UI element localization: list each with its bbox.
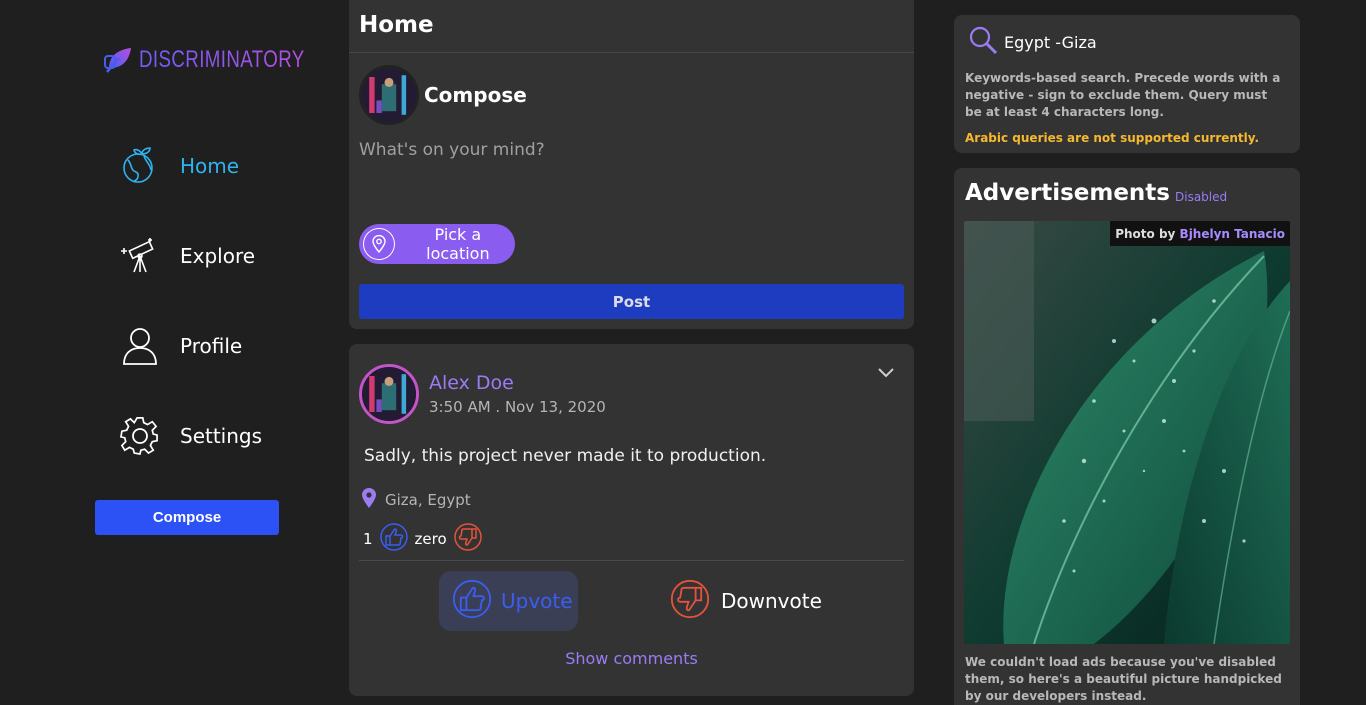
post-author-link[interactable]: Alex Doe	[429, 372, 514, 394]
ads-status-badge: Disabled	[1175, 190, 1228, 204]
thumbs-down-icon	[453, 522, 483, 556]
avatar[interactable]	[359, 65, 419, 125]
downvote-count: zero	[414, 530, 447, 548]
post-location: Giza, Egypt	[361, 488, 471, 512]
sidebar-item-label: Explore	[180, 244, 256, 268]
gear-icon	[118, 414, 162, 458]
photographer-link[interactable]: Bjhelyn Tanacio	[1180, 227, 1285, 241]
photo-credit: Photo by Bjhelyn Tanacio	[1110, 221, 1290, 246]
divider	[349, 52, 914, 53]
sidebar-item-label: Home	[180, 154, 240, 178]
compose-heading: Compose	[424, 83, 527, 107]
ads-card: Advertisements Disabled Photo by Bjhelyn…	[954, 168, 1300, 705]
vote-counts: 1 zero	[363, 522, 483, 556]
search-help-text: Keywords-based search. Precede words wit…	[965, 71, 1281, 119]
sidebar-item-label: Profile	[180, 334, 243, 358]
show-comments-link[interactable]: Show comments	[349, 649, 914, 668]
pick-location-label: Pick a location	[426, 225, 490, 263]
search-bar	[968, 25, 1284, 59]
user-icon	[118, 324, 162, 368]
sidebar-item-label: Settings	[180, 424, 263, 448]
upvote-count: 1	[363, 530, 373, 548]
page-title: Home	[359, 12, 434, 38]
ads-disabled-note: We couldn't load ads because you've disa…	[965, 655, 1282, 703]
leaf-logo-icon	[103, 42, 135, 78]
globe-plant-icon	[118, 144, 162, 188]
compose-input[interactable]	[359, 135, 899, 165]
sidebar: DISCRIMINATORY Home Explore Profile Sett…	[0, 0, 330, 705]
sidebar-item-settings[interactable]: Settings	[118, 414, 262, 458]
ad-placeholder-image: Photo by Bjhelyn Tanacio	[964, 221, 1290, 644]
sidebar-compose-button[interactable]: Compose	[95, 500, 279, 535]
sidebar-item-explore[interactable]: Explore	[118, 234, 255, 278]
downvote-label: Downvote	[721, 589, 822, 613]
chevron-down-icon[interactable]	[876, 362, 896, 382]
downvote-button[interactable]: Downvote	[669, 577, 822, 625]
sidebar-item-profile[interactable]: Profile	[118, 324, 242, 368]
pick-location-button[interactable]: Pick a location	[359, 224, 515, 264]
search-warning: Arabic queries are not supported current…	[965, 131, 1260, 145]
post-card: Alex Doe 3:50 AM . Nov 13, 2020 Sadly, t…	[349, 344, 914, 696]
thumbs-down-icon	[669, 578, 711, 625]
photo-credit-prefix: Photo by	[1115, 227, 1176, 241]
brand-name: DISCRIMINATORY	[139, 46, 305, 73]
thumbs-up-icon	[451, 578, 493, 625]
search-icon[interactable]	[968, 25, 998, 59]
upvote-label: Upvote	[501, 589, 573, 613]
brand-logo[interactable]: DISCRIMINATORY	[103, 42, 351, 78]
post-timestamp: 3:50 AM . Nov 13, 2020	[429, 398, 606, 416]
post-body: Sadly, this project never made it to pro…	[364, 446, 767, 466]
avatar[interactable]	[359, 364, 419, 424]
thumbs-up-icon	[379, 522, 409, 556]
search-card: Keywords-based search. Precede words wit…	[954, 15, 1300, 153]
map-pin-icon	[363, 228, 395, 260]
post-button[interactable]: Post	[359, 284, 904, 319]
compose-card: Home Compose Pick a location Post	[349, 0, 914, 329]
ads-heading: Advertisements	[965, 180, 1170, 206]
sidebar-item-home[interactable]: Home	[118, 144, 239, 188]
post-location-text: Giza, Egypt	[385, 491, 471, 509]
location-pin-icon	[361, 488, 377, 512]
search-input[interactable]	[1004, 32, 1284, 52]
divider	[359, 560, 904, 561]
upvote-button[interactable]: Upvote	[439, 571, 578, 631]
telescope-icon	[118, 234, 162, 278]
